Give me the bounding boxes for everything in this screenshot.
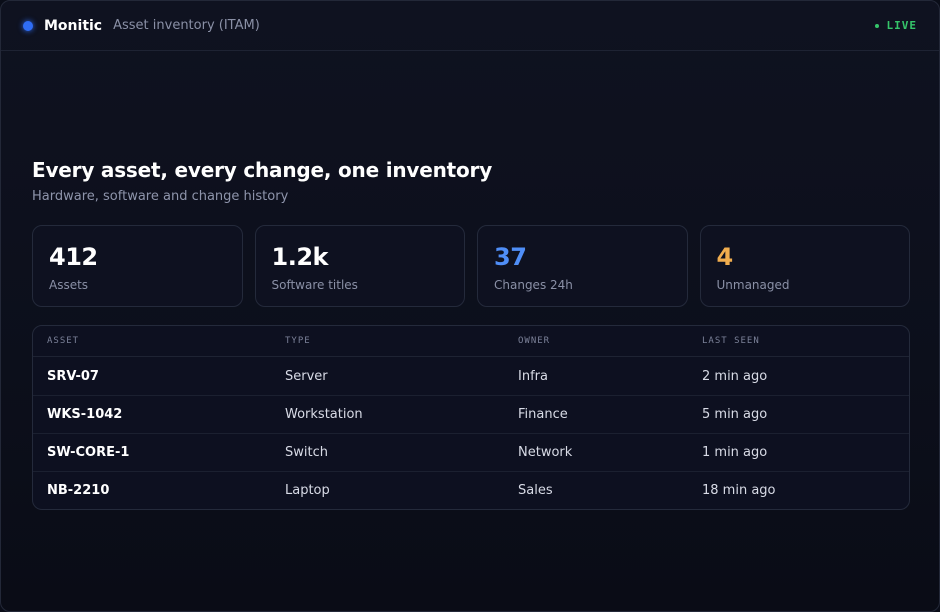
stat-value: 412 (49, 243, 98, 271)
live-dot-icon (874, 23, 879, 28)
column-header-last-seen[interactable]: LAST SEEN (688, 336, 909, 346)
asset-type-cell: Switch (285, 445, 328, 460)
asset-last-seen-cell: 18 min ago (702, 483, 776, 498)
column-header-asset[interactable]: ASSET (33, 336, 271, 346)
page-title: Every asset, every change, one inventory (32, 158, 493, 182)
asset-owner-cell: Sales (518, 483, 553, 498)
stat-card-software-titles[interactable]: 1.2k Software titles (254, 225, 465, 307)
page-description: Hardware, software and change history (32, 189, 289, 204)
stat-card-changes-24h[interactable]: 37 Changes 24h (477, 225, 688, 307)
top-bar: Monitic Asset inventory (ITAM) LIVE (1, 1, 939, 51)
asset-owner-cell: Infra (518, 368, 548, 384)
stat-value: 4 (716, 243, 734, 271)
brand-logo-icon (23, 20, 33, 31)
stat-value: 1.2k (271, 243, 329, 271)
live-status-label: LIVE (886, 19, 917, 32)
stat-label: Software titles (271, 278, 358, 292)
column-header-owner[interactable]: OWNER (504, 336, 688, 346)
page-subtitle: Asset inventory (ITAM) (113, 18, 260, 33)
table-row[interactable]: NB-2210 Laptop Sales 18 min ago (33, 471, 909, 509)
asset-id-cell: SW-CORE-1 (47, 445, 130, 460)
stat-card-unmanaged[interactable]: 4 Unmanaged (699, 225, 910, 307)
table-header-row: ASSET TYPE OWNER LAST SEEN (33, 326, 909, 357)
asset-type-cell: Server (285, 368, 328, 384)
asset-last-seen-cell: 5 min ago (702, 407, 768, 422)
asset-table: ASSET TYPE OWNER LAST SEEN SRV-07 Server… (32, 325, 910, 510)
stat-label: Assets (49, 278, 89, 292)
stat-label: Changes 24h (494, 278, 573, 292)
table-row[interactable]: SW-CORE-1 Switch Network 1 min ago (33, 433, 909, 471)
stats-row: 412 Assets 1.2k Software titles 37 Chang… (32, 225, 910, 307)
column-header-type[interactable]: TYPE (271, 336, 504, 346)
asset-owner-cell: Network (518, 445, 573, 460)
asset-last-seen-cell: 1 min ago (702, 445, 768, 460)
app-window: Monitic Asset inventory (ITAM) LIVE Ever… (0, 0, 940, 612)
table-row[interactable]: WKS-1042 Workstation Finance 5 min ago (33, 395, 909, 433)
asset-id-cell: WKS-1042 (47, 407, 123, 422)
stat-label: Unmanaged (716, 278, 790, 292)
stat-card-assets[interactable]: 412 Assets (32, 225, 243, 307)
brand-name[interactable]: Monitic (44, 18, 102, 34)
asset-owner-cell: Finance (518, 407, 568, 422)
live-status-badge: LIVE (874, 19, 918, 32)
asset-id-cell: NB-2210 (47, 483, 110, 498)
asset-last-seen-cell: 2 min ago (702, 368, 768, 384)
asset-type-cell: Laptop (285, 483, 330, 498)
asset-type-cell: Workstation (285, 407, 363, 422)
stat-value: 37 (494, 243, 527, 271)
asset-id-cell: SRV-07 (47, 368, 99, 384)
table-row[interactable]: SRV-07 Server Infra 2 min ago (33, 357, 909, 395)
